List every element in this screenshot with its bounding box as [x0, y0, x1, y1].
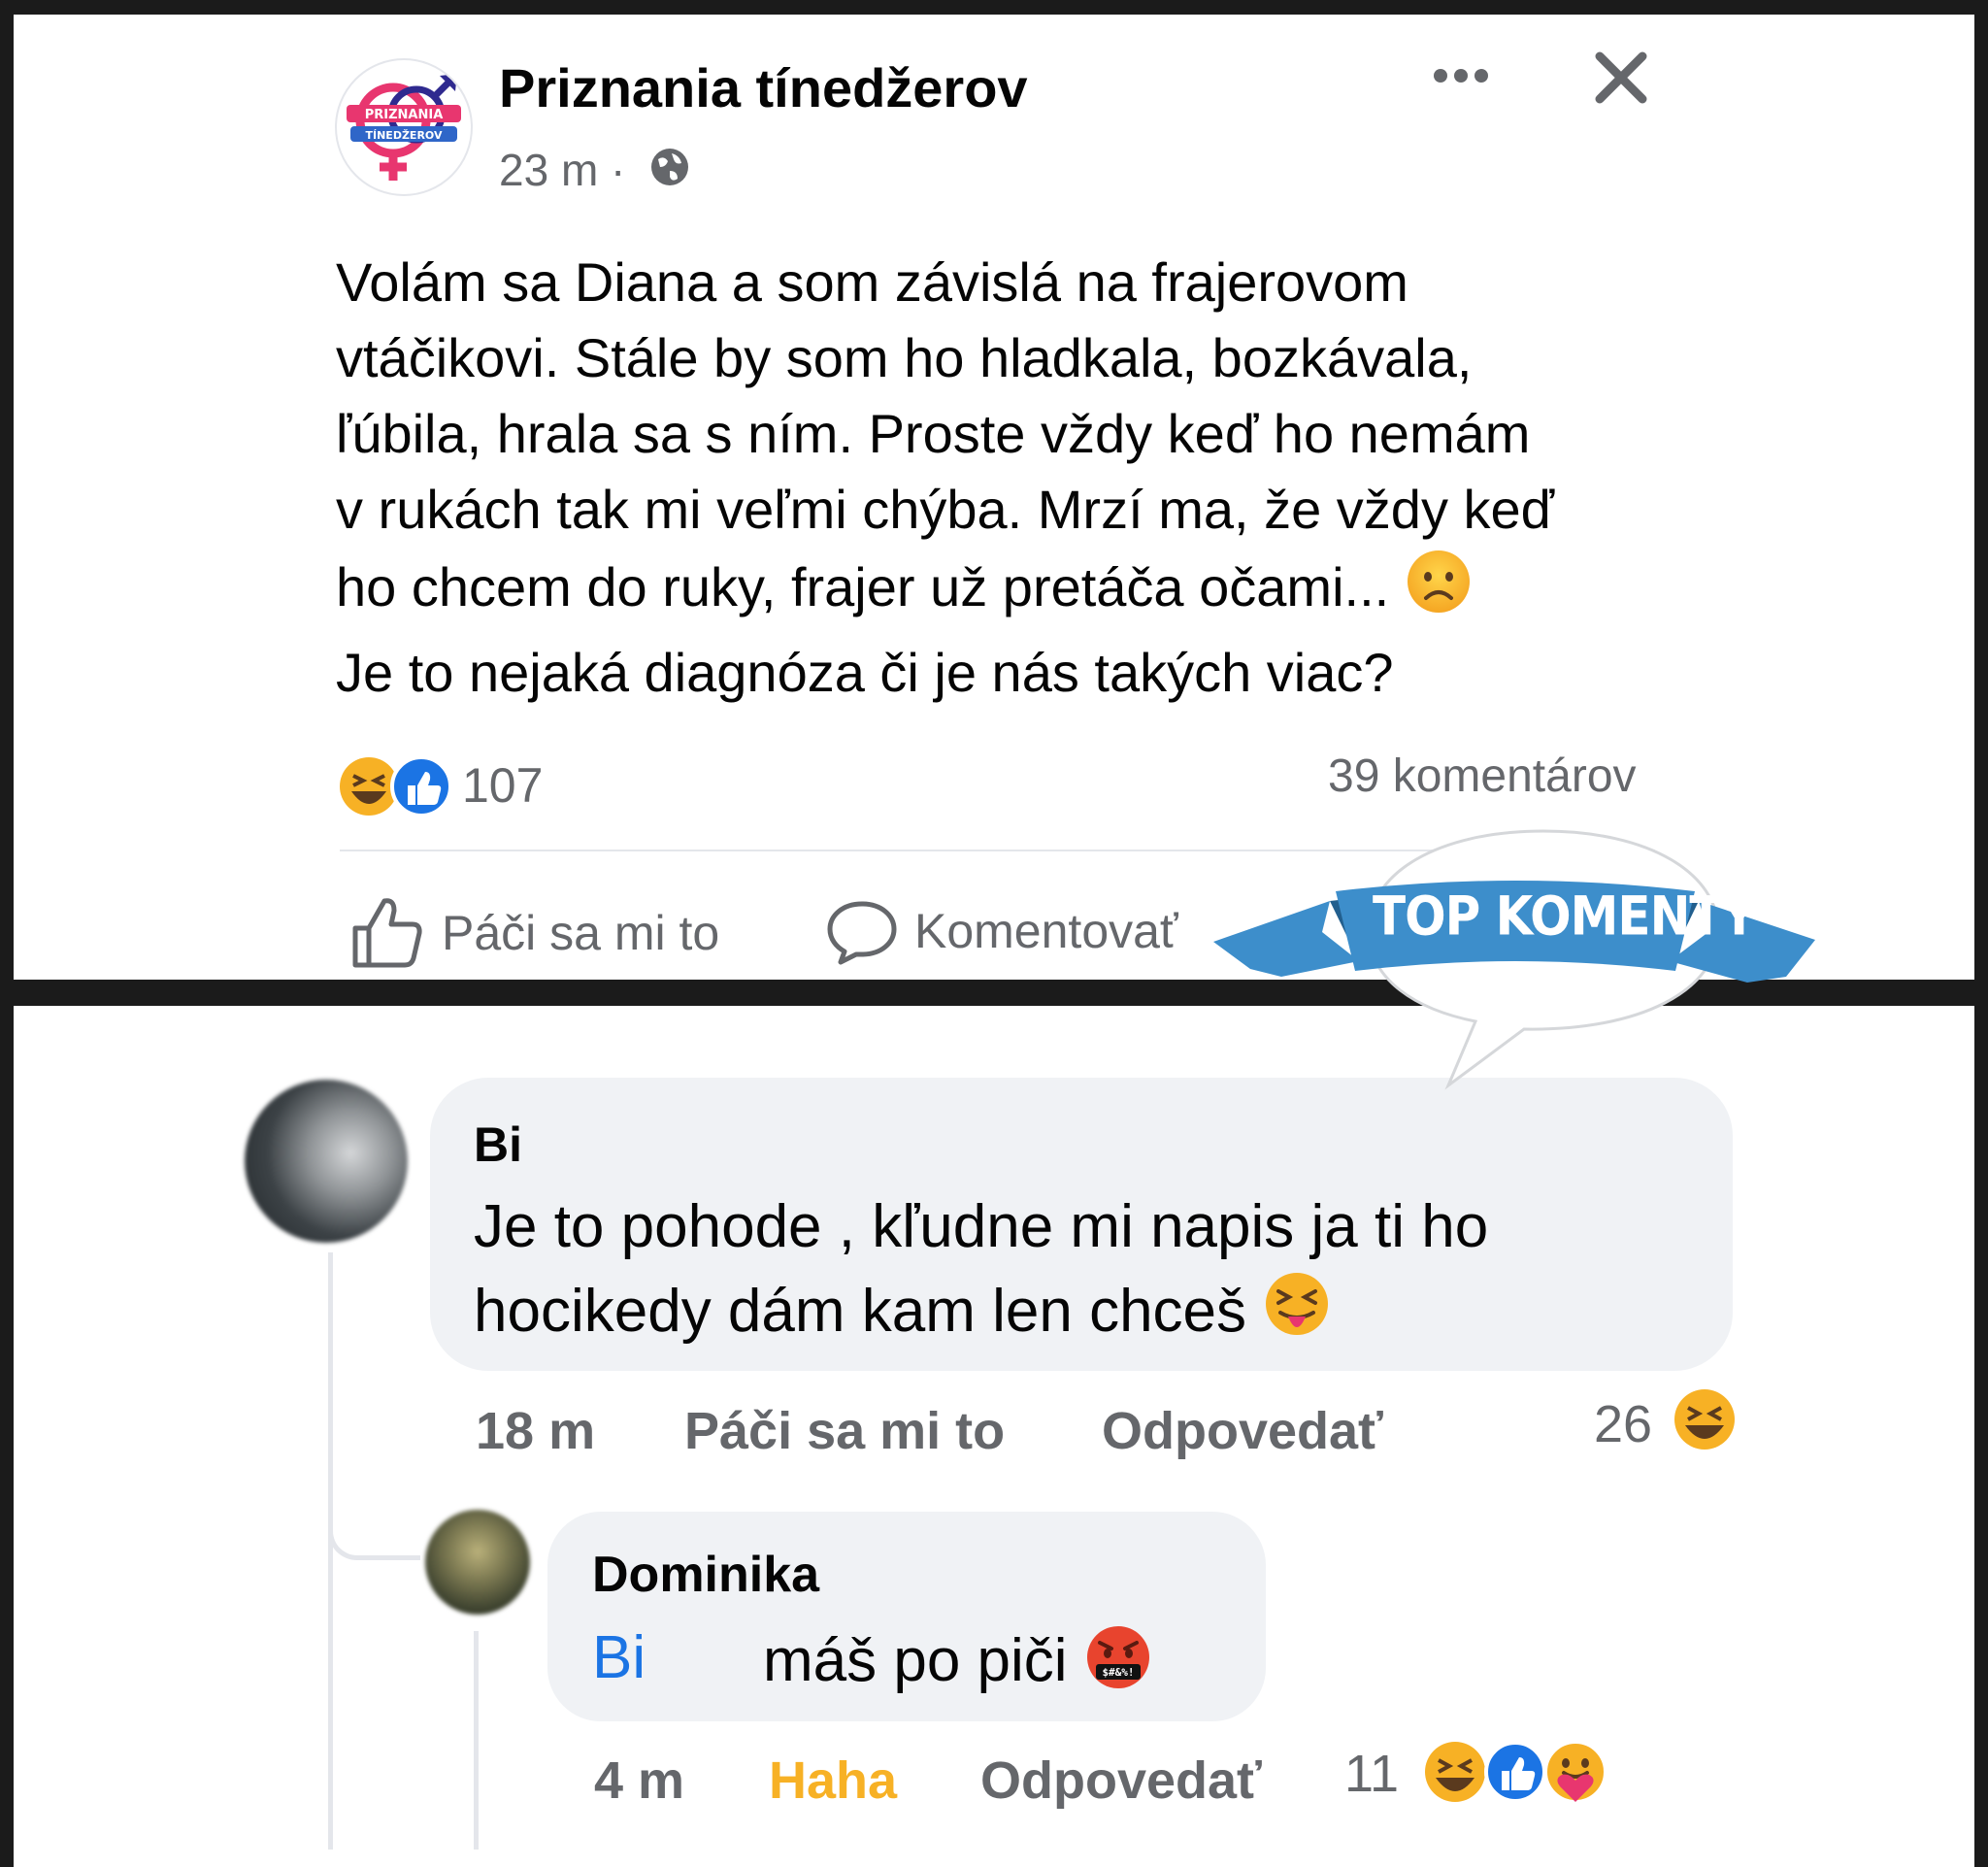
thread-line — [474, 1631, 479, 1850]
thumbs-up-icon — [352, 898, 422, 968]
comment-text-line: máš po piči — [763, 1626, 1068, 1694]
comment-text-line: hocikedy dám kam len chceš — [474, 1278, 1247, 1345]
post-text-line: v rukách tak mi veľmi chýba. Mrzí ma, že… — [336, 479, 1555, 540]
page-name[interactable]: Priznania tínedžerov — [499, 56, 1028, 119]
comment-text: Je to pohode , kľudne mi napis ja ti ho … — [474, 1184, 1697, 1360]
comment-reactions[interactable] — [1672, 1386, 1738, 1457]
logo-text-top: PRIZNANIA — [365, 108, 444, 122]
frowning-emoji — [1405, 548, 1473, 635]
thread-branch-line — [328, 1505, 420, 1560]
commenter-avatar[interactable] — [425, 1510, 530, 1615]
comment-button[interactable] — [825, 898, 899, 971]
like-button[interactable] — [349, 893, 425, 971]
post-reactions[interactable] — [338, 752, 464, 820]
post-text-line: vtáčikovi. Stále by som ho hladkala, boz… — [336, 327, 1473, 388]
comment-mention-link[interactable]: Bi — [592, 1623, 646, 1692]
globe-icon — [648, 146, 691, 188]
page-logo: PRIZNANIA TÍNEDŽEROV — [347, 74, 461, 181]
post-text-line-with-emoji: ho chcem do ruky, frajer už pretáča očam… — [336, 548, 1685, 635]
top-comments-banner — [1213, 816, 1815, 1097]
top-comments-banner-label: TOP KOMENTY — [1373, 885, 1757, 948]
close-button[interactable] — [1592, 49, 1650, 107]
comment-reactions[interactable] — [1422, 1738, 1616, 1811]
post-body: Volám sa Diana a som závislá na frajerov… — [336, 245, 1685, 711]
post-text-line: Je to nejaká diagnóza či je nás takých v… — [336, 642, 1394, 703]
comment-reply-button[interactable]: Odpovedať — [980, 1750, 1262, 1811]
post-text-line: Volám sa Diana a som závislá na frajerov… — [336, 251, 1408, 313]
comment-text-line-with-emoji: hocikedy dám kam len chceš — [474, 1269, 1697, 1360]
post-text-line: ho chcem do ruky, frajer už pretáča očam… — [336, 555, 1390, 617]
comment-reaction-count[interactable]: 26 — [1594, 1394, 1652, 1454]
squinting-tongue-emoji — [1263, 1270, 1331, 1360]
comment-text-line: Je to pohode , kľudne mi napis ja ti ho — [474, 1193, 1489, 1260]
page-avatar[interactable]: PRIZNANIA TÍNEDŽEROV — [335, 58, 473, 196]
comment-text: máš po piči $#&%! — [763, 1623, 1152, 1706]
more-icon — [1434, 69, 1488, 83]
like-reaction-icon — [1484, 1741, 1546, 1803]
close-icon — [1595, 51, 1647, 104]
thread-line — [328, 1252, 333, 1850]
comment-reply-button[interactable]: Odpovedať — [1102, 1401, 1383, 1461]
comment-reaction-count[interactable]: 11 — [1344, 1744, 1399, 1804]
post-reaction-count[interactable]: 107 — [462, 757, 543, 814]
like-button-label[interactable]: Páči sa mi to — [442, 905, 719, 961]
post-time[interactable]: 23 m · — [499, 144, 625, 196]
comment-time[interactable]: 18 m — [476, 1401, 595, 1461]
cursing-face-emoji: $#&%! — [1084, 1623, 1152, 1706]
haha-reaction-icon — [340, 757, 398, 816]
comment-author[interactable]: Bi — [474, 1117, 522, 1173]
post-comments-count[interactable]: 39 komentárov — [1328, 750, 1637, 803]
like-reaction-icon — [390, 755, 452, 817]
svg-text:$#&%!: $#&%! — [1102, 1666, 1134, 1679]
comment-icon — [827, 901, 897, 965]
commenter-avatar[interactable] — [245, 1080, 408, 1243]
more-options-button[interactable] — [1427, 56, 1495, 95]
comment-button-label[interactable]: Komentovať — [914, 903, 1178, 959]
comment-like-button[interactable]: Páči sa mi to — [684, 1401, 1005, 1461]
haha-reaction-icon — [1425, 1742, 1485, 1802]
care-reaction-icon — [1543, 1740, 1607, 1804]
post-text-line: ľúbila, hrala sa s ním. Proste vždy keď … — [336, 403, 1531, 464]
haha-reaction-icon — [1674, 1389, 1735, 1450]
logo-text-bottom: TÍNEDŽEROV — [366, 129, 443, 142]
comment-reaction-button[interactable]: Haha — [769, 1750, 897, 1811]
comment-time[interactable]: 4 m — [594, 1750, 684, 1811]
comment-author[interactable]: Dominika — [592, 1546, 819, 1604]
